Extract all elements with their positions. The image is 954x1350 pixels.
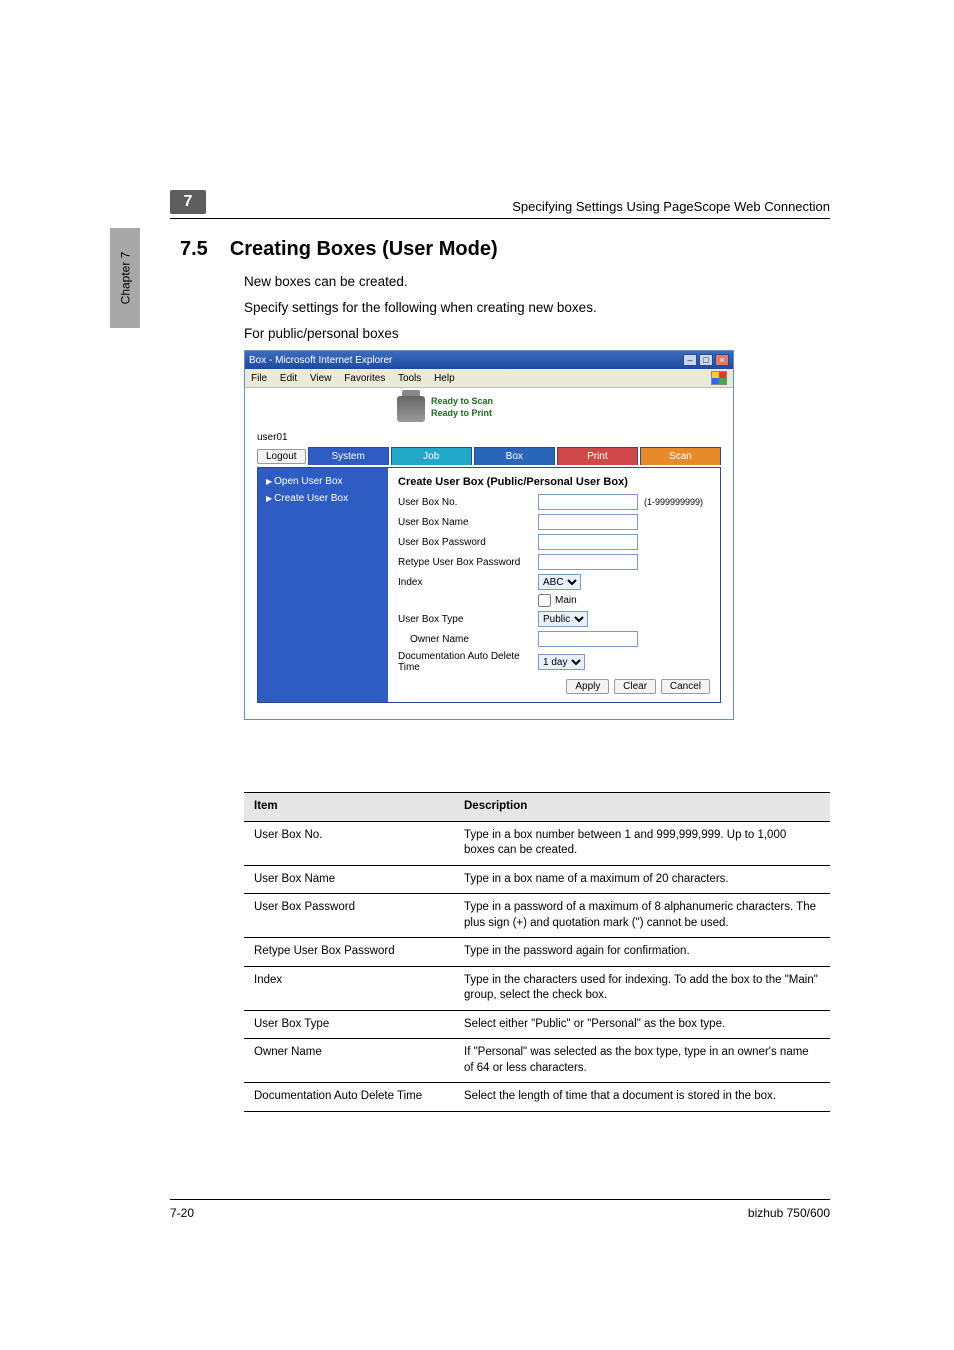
- index-label: Index: [398, 577, 538, 588]
- userboxtype-label: User Box Type: [398, 614, 538, 625]
- page-header: 7 Specifying Settings Using PageScope We…: [170, 190, 830, 219]
- userboxno-label: User Box No.: [398, 497, 538, 508]
- username-label: user01: [257, 432, 721, 443]
- status-scan: Ready to Scan: [431, 396, 493, 408]
- chapter-number-chip: 7: [170, 190, 206, 214]
- sidebar-create-user-box[interactable]: Create User Box: [266, 493, 380, 504]
- close-icon[interactable]: ×: [715, 354, 729, 366]
- clear-button[interactable]: Clear: [614, 679, 656, 694]
- table-row: User Box NameType in a box name of a max…: [244, 865, 830, 894]
- maximize-icon[interactable]: □: [699, 354, 713, 366]
- userboxno-hint: (1-999999999): [644, 497, 703, 507]
- section-heading: 7.5 Creating Boxes (User Mode): [180, 238, 498, 261]
- ownername-input[interactable]: [538, 631, 638, 647]
- menu-edit[interactable]: Edit: [280, 373, 297, 384]
- userboxno-input[interactable]: [538, 494, 638, 510]
- table-row: User Box No.Type in a box number between…: [244, 821, 830, 865]
- table-row: Documentation Auto Delete TimeSelect the…: [244, 1083, 830, 1112]
- section-number: 7.5: [180, 238, 208, 261]
- userboxname-label: User Box Name: [398, 517, 538, 528]
- browser-titlebar: Box - Microsoft Internet Explorer – □ ×: [245, 351, 733, 369]
- table-row: Owner NameIf "Personal" was selected as …: [244, 1039, 830, 1083]
- box-sidebar: Open User Box Create User Box: [258, 468, 388, 702]
- table-row: IndexType in the characters used for ind…: [244, 966, 830, 1010]
- tab-print[interactable]: Print: [557, 447, 638, 465]
- form-heading: Create User Box (Public/Personal User Bo…: [398, 476, 710, 488]
- status-print: Ready to Print: [431, 408, 493, 420]
- th-item: Item: [244, 793, 454, 822]
- page-footer: 7-20 bizhub 750/600: [170, 1199, 830, 1220]
- table-row: User Box PasswordType in a password of a…: [244, 894, 830, 938]
- browser-window: Box - Microsoft Internet Explorer – □ × …: [244, 350, 734, 720]
- index-select[interactable]: ABC: [538, 574, 581, 590]
- paragraph-2: Specify settings for the following when …: [244, 298, 597, 318]
- running-title: Specifying Settings Using PageScope Web …: [512, 199, 830, 214]
- paragraph-1: New boxes can be created.: [244, 272, 408, 292]
- printer-icon: [397, 396, 425, 422]
- menu-file[interactable]: File: [251, 373, 267, 384]
- windows-logo-icon: [711, 371, 727, 385]
- menu-help[interactable]: Help: [434, 373, 455, 384]
- description-table: Item Description User Box No.Type in a b…: [244, 792, 830, 1112]
- cancel-button[interactable]: Cancel: [661, 679, 710, 694]
- table-row: Retype User Box PasswordType in the pass…: [244, 938, 830, 967]
- userboxtype-select[interactable]: Public: [538, 611, 588, 627]
- apply-button[interactable]: Apply: [566, 679, 609, 694]
- tab-box[interactable]: Box: [474, 447, 555, 465]
- userboxpass-label: User Box Password: [398, 537, 538, 548]
- section-title: Creating Boxes (User Mode): [230, 238, 498, 261]
- menu-view[interactable]: View: [310, 373, 332, 384]
- minimize-icon[interactable]: –: [683, 354, 697, 366]
- userboxpass-input[interactable]: [538, 534, 638, 550]
- autodelete-select[interactable]: 1 day: [538, 654, 585, 670]
- browser-menubar: File Edit View Favorites Tools Help: [245, 369, 733, 388]
- retypepass-input[interactable]: [538, 554, 638, 570]
- side-section-title: Specifying Settings Using PageScope Web …: [106, 350, 136, 870]
- table-row: User Box TypeSelect either "Public" or "…: [244, 1010, 830, 1039]
- logout-button[interactable]: Logout: [257, 449, 306, 464]
- ownername-label: Owner Name: [398, 634, 538, 645]
- tab-system[interactable]: System: [308, 447, 389, 465]
- autodelete-label: Documentation Auto Delete Time: [398, 651, 538, 673]
- retypepass-label: Retype User Box Password: [398, 557, 538, 568]
- browser-title: Box - Microsoft Internet Explorer: [249, 355, 392, 366]
- device-status: Ready to Scan Ready to Print: [397, 396, 721, 422]
- side-chapter-label: Chapter 7: [118, 252, 132, 305]
- paragraph-3: For public/personal boxes: [244, 324, 399, 344]
- menu-tools[interactable]: Tools: [398, 373, 421, 384]
- sidebar-open-user-box[interactable]: Open User Box: [266, 476, 380, 487]
- main-checkbox-label: Main: [555, 595, 577, 606]
- main-checkbox[interactable]: [538, 594, 551, 607]
- model-name: bizhub 750/600: [748, 1206, 830, 1220]
- side-chapter-chip: Chapter 7: [110, 228, 140, 328]
- create-box-form: Create User Box (Public/Personal User Bo…: [388, 468, 720, 702]
- th-desc: Description: [454, 793, 830, 822]
- tab-job[interactable]: Job: [391, 447, 472, 465]
- tab-scan[interactable]: Scan: [640, 447, 721, 465]
- menu-favorites[interactable]: Favorites: [344, 373, 385, 384]
- page-number: 7-20: [170, 1206, 194, 1220]
- userboxname-input[interactable]: [538, 514, 638, 530]
